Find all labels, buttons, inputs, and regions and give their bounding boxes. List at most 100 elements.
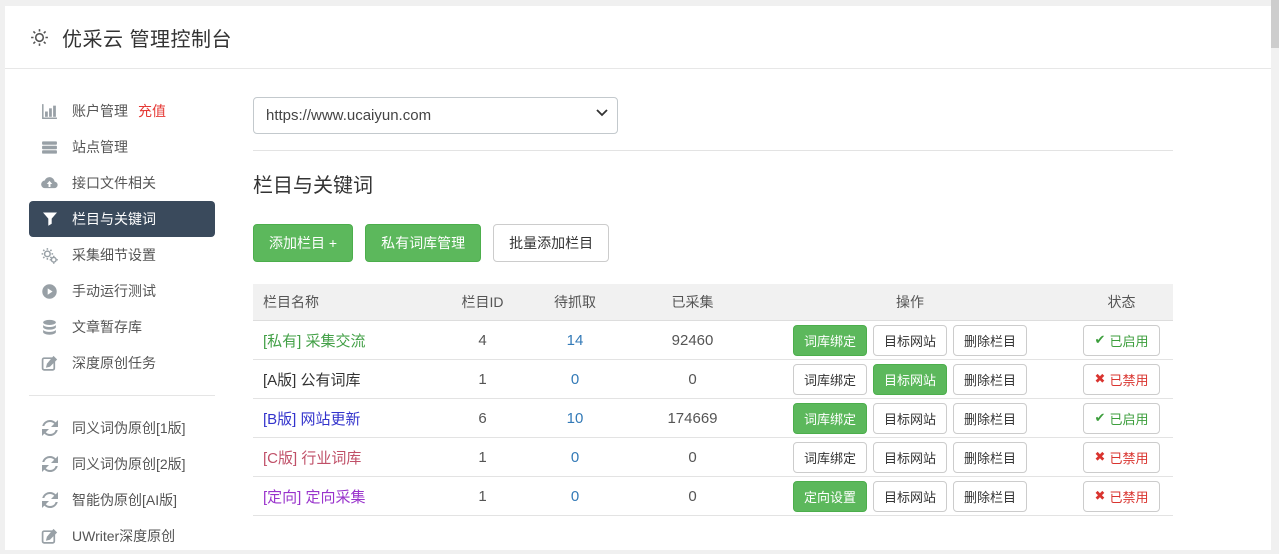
column-name-link[interactable]: [B版] 网站更新 — [263, 411, 361, 428]
sidebar-item-columns-keywords[interactable]: 栏目与关键词 — [29, 201, 215, 237]
pending-count-link[interactable]: 0 — [571, 449, 579, 466]
batch-add-button[interactable]: 批量添加栏目 — [493, 224, 609, 262]
column-id: 6 — [450, 410, 515, 427]
check-icon: ✔ — [1095, 332, 1106, 348]
thesaurus-bind-button[interactable]: 词库绑定 — [793, 442, 867, 473]
column-name-link[interactable]: [C版] 行业词库 — [263, 450, 361, 467]
table-row: [私有] 采集交流 4 14 92460 词库绑定 目标网站 删除栏目 ✔已启用 — [253, 321, 1173, 360]
sidebar-divider — [29, 395, 215, 396]
column-name-link[interactable]: [定向] 定向采集 — [263, 489, 366, 506]
collected-count: 0 — [635, 449, 750, 466]
app-title: 优采云 管理控制台 — [62, 23, 232, 52]
table-row: [B版] 网站更新 6 10 174669 词库绑定 目标网站 删除栏目 ✔已启… — [253, 399, 1173, 438]
bar-chart-icon — [41, 103, 58, 120]
cross-icon: ✖ — [1095, 488, 1106, 504]
sidebar-item-label: 手动运行测试 — [72, 281, 156, 301]
table-row: [定向] 定向采集 1 0 0 定向设置 目标网站 删除栏目 ✖已禁用 — [253, 477, 1173, 516]
column-id: 4 — [450, 332, 515, 349]
column-name-link[interactable]: [私有] 采集交流 — [263, 333, 366, 350]
status-badge[interactable]: ✖已禁用 — [1083, 442, 1161, 473]
server-list-icon — [41, 139, 58, 156]
sidebar-item-label: 账户管理 — [72, 101, 128, 121]
filter-icon — [41, 211, 58, 228]
sidebar-item-account-management[interactable]: 账户管理 充值 — [29, 93, 215, 129]
target-site-button[interactable]: 目标网站 — [873, 442, 947, 473]
main-content: https://www.ucaiyun.com 栏目与关键词 添加栏目 + 私有… — [243, 69, 1173, 554]
sidebar-item-deep-original-task[interactable]: 深度原创任务 — [29, 345, 215, 381]
delete-column-button[interactable]: 删除栏目 — [953, 481, 1027, 512]
collected-count: 92460 — [635, 332, 750, 349]
table-header-row: 栏目名称 栏目ID 待抓取 已采集 操作 状态 — [253, 284, 1173, 321]
column-id: 1 — [450, 371, 515, 388]
recharge-badge[interactable]: 充值 — [138, 101, 166, 121]
site-selector[interactable]: https://www.ucaiyun.com — [253, 97, 618, 134]
sidebar-item-interface-files[interactable]: 接口文件相关 — [29, 165, 215, 201]
edit-icon — [41, 528, 58, 545]
page-title: 栏目与关键词 — [253, 169, 1173, 198]
collected-count: 0 — [635, 371, 750, 388]
column-name-link[interactable]: [A版] 公有词库 — [263, 372, 361, 389]
sidebar-item-article-cache[interactable]: 文章暂存库 — [29, 309, 215, 345]
sidebar-item-label: 智能伪原创[AI版] — [72, 490, 177, 510]
refresh-icon — [41, 492, 58, 509]
pending-count-link[interactable]: 14 — [567, 332, 584, 349]
col-header-name: 栏目名称 — [253, 292, 450, 312]
play-circle-icon — [41, 283, 58, 300]
gear-icon — [29, 27, 50, 48]
sidebar-item-label: 深度原创任务 — [72, 353, 156, 373]
status-badge[interactable]: ✖已禁用 — [1083, 481, 1161, 512]
scrollbar-thumb[interactable] — [1271, 0, 1279, 48]
sidebar-item-manual-test[interactable]: 手动运行测试 — [29, 273, 215, 309]
column-id: 1 — [450, 488, 515, 505]
target-site-button[interactable]: 目标网站 — [873, 325, 947, 356]
status-badge[interactable]: ✖已禁用 — [1083, 364, 1161, 395]
sidebar-item-site-management[interactable]: 站点管理 — [29, 129, 215, 165]
sidebar-item-label: 站点管理 — [72, 137, 128, 157]
cross-icon: ✖ — [1095, 449, 1106, 465]
sidebar-item-synonym-rewrite-v1[interactable]: 同义词伪原创[1版] — [29, 410, 215, 446]
sidebar-item-label: UWriter深度原创 — [72, 526, 175, 546]
scrollbar[interactable] — [1271, 0, 1279, 530]
gears-icon — [41, 247, 58, 264]
sidebar-item-collection-details[interactable]: 采集细节设置 — [29, 237, 215, 273]
col-header-actions: 操作 — [750, 292, 1070, 312]
cloud-upload-icon — [41, 175, 58, 192]
sidebar-item-label: 栏目与关键词 — [72, 209, 156, 229]
refresh-icon — [41, 420, 58, 437]
col-header-collected: 已采集 — [635, 292, 750, 312]
thesaurus-bind-button[interactable]: 词库绑定 — [793, 364, 867, 395]
private-thesaurus-button[interactable]: 私有词库管理 — [365, 224, 481, 262]
sidebar-item-synonym-rewrite-v2[interactable]: 同义词伪原创[2版] — [29, 446, 215, 482]
sidebar-item-uwriter-deep-original[interactable]: UWriter深度原创 — [29, 518, 215, 554]
content-divider — [253, 150, 1173, 151]
status-badge[interactable]: ✔已启用 — [1083, 403, 1161, 434]
thesaurus-bind-button[interactable]: 词库绑定 — [793, 325, 867, 356]
thesaurus-bind-button[interactable]: 词库绑定 — [793, 403, 867, 434]
target-site-button[interactable]: 目标网站 — [873, 403, 947, 434]
pending-count-link[interactable]: 0 — [571, 371, 579, 388]
status-badge[interactable]: ✔已启用 — [1083, 325, 1161, 356]
col-header-pending: 待抓取 — [515, 292, 635, 312]
check-icon: ✔ — [1095, 410, 1106, 426]
add-column-button[interactable]: 添加栏目 + — [253, 224, 353, 262]
delete-column-button[interactable]: 删除栏目 — [953, 403, 1027, 434]
sidebar-item-ai-rewrite[interactable]: 智能伪原创[AI版] — [29, 482, 215, 518]
pending-count-link[interactable]: 10 — [567, 410, 584, 427]
delete-column-button[interactable]: 删除栏目 — [953, 325, 1027, 356]
sidebar-item-label: 同义词伪原创[2版] — [72, 454, 186, 474]
pending-count-link[interactable]: 0 — [571, 488, 579, 505]
app-header: 优采云 管理控制台 — [5, 6, 1271, 69]
database-icon — [41, 319, 58, 336]
sidebar-item-label: 文章暂存库 — [72, 317, 142, 337]
column-id: 1 — [450, 449, 515, 466]
toolbar: 添加栏目 + 私有词库管理 批量添加栏目 — [253, 224, 1173, 262]
table-row: [C版] 行业词库 1 0 0 词库绑定 目标网站 删除栏目 ✖已禁用 — [253, 438, 1173, 477]
refresh-icon — [41, 456, 58, 473]
delete-column-button[interactable]: 删除栏目 — [953, 364, 1027, 395]
target-site-button[interactable]: 目标网站 — [873, 364, 947, 395]
directed-settings-button[interactable]: 定向设置 — [793, 481, 867, 512]
edit-icon — [41, 355, 58, 372]
delete-column-button[interactable]: 删除栏目 — [953, 442, 1027, 473]
target-site-button[interactable]: 目标网站 — [873, 481, 947, 512]
sidebar-item-label: 同义词伪原创[1版] — [72, 418, 186, 438]
